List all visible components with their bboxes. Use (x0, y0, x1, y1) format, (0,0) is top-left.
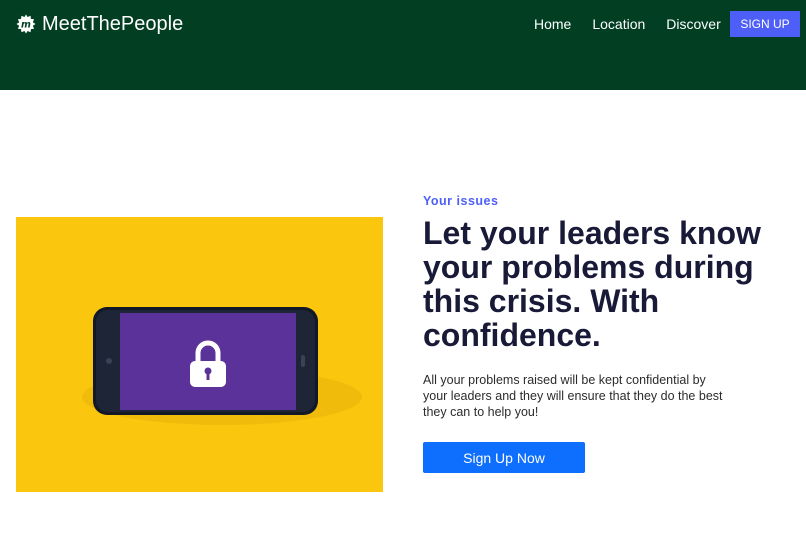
signup-button[interactable]: SIGN UP (730, 11, 800, 37)
svg-text:m: m (21, 20, 31, 31)
hero-image (16, 217, 383, 492)
eyebrow-label: Your issues (423, 194, 499, 208)
brand-logo-icon: m (16, 14, 36, 34)
main-nav: Home Location Discover (534, 11, 742, 37)
nav-link-discover[interactable]: Discover (666, 11, 720, 37)
hero-headline: Let your leaders know your problems duri… (423, 215, 761, 353)
brand[interactable]: m MeetThePeople (16, 11, 183, 37)
nav-link-home[interactable]: Home (534, 11, 571, 37)
phone-lock-icon (16, 217, 383, 492)
top-navbar: m MeetThePeople Home Location Discover S… (0, 0, 806, 90)
nav-link-location[interactable]: Location (592, 11, 645, 37)
hero-lead-text: All your problems raised will be kept co… (423, 373, 723, 419)
brand-name: MeetThePeople (42, 13, 184, 35)
sign-up-now-button[interactable]: Sign Up Now (423, 442, 585, 473)
